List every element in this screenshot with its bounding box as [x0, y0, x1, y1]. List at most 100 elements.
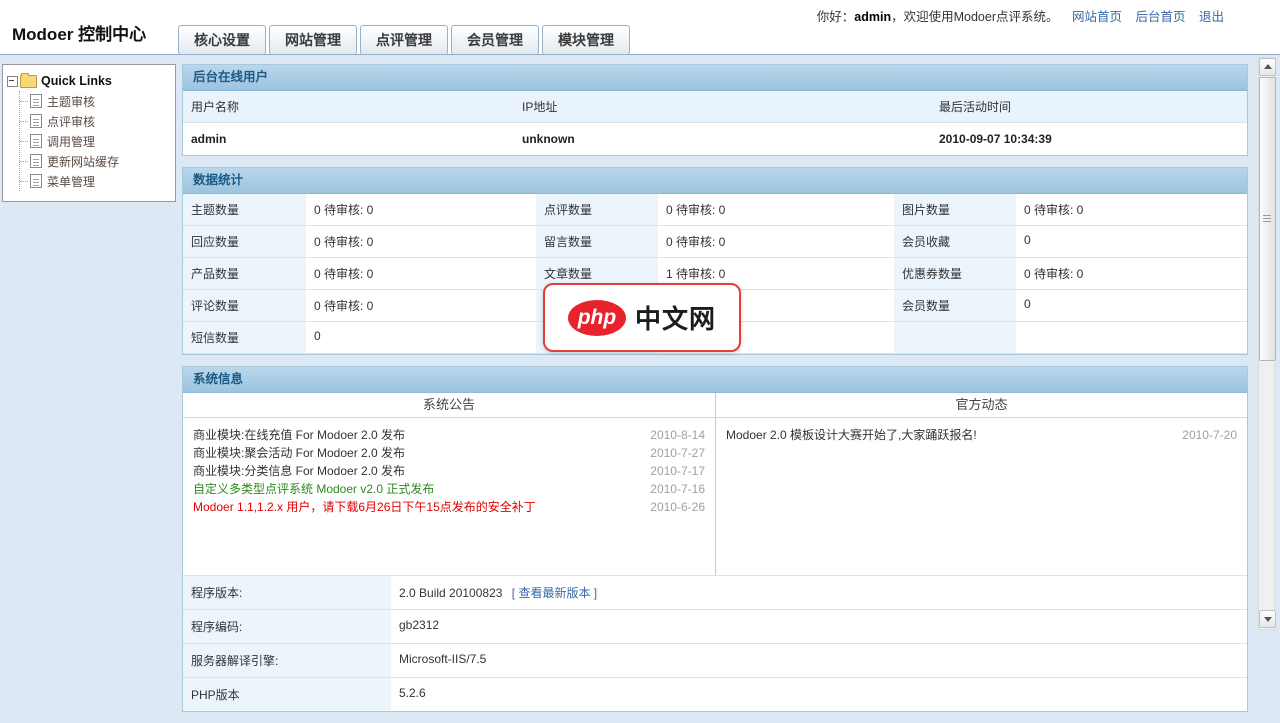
announcement-date: 2010-7-17: [650, 462, 705, 480]
stat-label: 评论数量: [183, 290, 306, 322]
stat-value: 0 待审核: 0: [1016, 194, 1247, 226]
sidebar-quick-links: Quick Links 主题审核 点评审核 调用管理 更新网站缓存 菜单管理: [2, 64, 176, 202]
cell-last-active: 2010-09-07 10:34:39: [931, 123, 1247, 155]
detail-label: 程序版本:: [183, 575, 391, 609]
scroll-down-button[interactable]: [1259, 610, 1276, 628]
top-header: Modoer 控制中心 你好：admin，欢迎使用Modoer点评系统。 网站首…: [0, 0, 1280, 55]
sidebar-item-label: 菜单管理: [47, 173, 95, 190]
greeting-username: admin: [854, 10, 891, 24]
document-icon: [30, 94, 42, 108]
news-text[interactable]: Modoer 2.0 模板设计大赛开始了,大家踊跃报名!: [726, 426, 1174, 444]
stat-value: 0 待审核: 0: [306, 258, 536, 290]
col-last-active: 最后活动时间: [931, 91, 1247, 123]
announcements-column: 系统公告 商业模块:在线充值 For Modoer 2.0 发布 2010-8-…: [183, 393, 716, 575]
stat-value: 0 待审核: 0: [306, 290, 536, 322]
statistics-title: 数据统计: [183, 168, 1247, 194]
quick-links-label: Quick Links: [41, 74, 112, 88]
online-users-table: 用户名称 IP地址 最后活动时间 admin unknown 2010-09-0…: [183, 91, 1247, 155]
section-online-users: 后台在线用户 用户名称 IP地址 最后活动时间 admin unknown 20…: [182, 64, 1248, 156]
link-logout[interactable]: 退出: [1199, 10, 1224, 24]
stat-value: 0 待审核: 0: [1016, 258, 1247, 290]
stat-value: 0 待审核: 0: [306, 194, 536, 226]
news-item: Modoer 2.0 模板设计大赛开始了,大家踊跃报名! 2010-7-20: [716, 426, 1247, 444]
detail-label: 服务器解译引擎:: [183, 643, 391, 677]
document-icon: [30, 174, 42, 188]
scrollbar-thumb[interactable]: [1259, 77, 1276, 361]
stat-label: 会员收藏: [894, 226, 1016, 258]
news-date: 2010-7-20: [1182, 426, 1237, 444]
scrollbar-grip-icon: [1263, 215, 1271, 223]
announcement-text[interactable]: Modoer 1.1,1.2.x 用户，请下载6月26日下午15点发布的安全补丁: [193, 498, 642, 516]
tab-review-management[interactable]: 点评管理: [360, 25, 448, 55]
stat-value: 0 待审核: 0: [306, 226, 536, 258]
php-logo-badge: php: [568, 300, 626, 336]
arrow-up-icon: [1264, 64, 1272, 69]
vertical-scrollbar[interactable]: [1258, 57, 1275, 630]
stat-value: 0: [1016, 226, 1247, 258]
announcement-date: 2010-8-14: [650, 426, 705, 444]
sidebar-item-topic-audit[interactable]: 主题审核: [20, 91, 171, 111]
sidebar-item-menu-management[interactable]: 菜单管理: [20, 171, 171, 191]
sidebar-item-label: 主题审核: [47, 93, 95, 110]
col-username: 用户名称: [183, 91, 514, 123]
stat-value: 0: [306, 322, 536, 354]
php-chinese-site-watermark: php 中文网: [543, 283, 741, 352]
stat-value: [1016, 322, 1247, 354]
announcement-item: 商业模块:分类信息 For Modoer 2.0 发布 2010-7-17: [183, 462, 715, 480]
stat-label: 点评数量: [536, 194, 658, 226]
program-version: 2.0 Build 20100823: [399, 586, 502, 600]
stat-label: 主题数量: [183, 194, 306, 226]
cell-ip: unknown: [514, 123, 931, 155]
announcement-text[interactable]: 商业模块:分类信息 For Modoer 2.0 发布: [193, 462, 642, 480]
stat-value: 0 待审核: 0: [658, 226, 894, 258]
detail-value: gb2312: [391, 609, 1247, 643]
stat-label: 优惠券数量: [894, 258, 1016, 290]
cell-username: admin: [183, 123, 514, 155]
section-system-info: 系统信息 系统公告 商业模块:在线充值 For Modoer 2.0 发布 20…: [182, 366, 1248, 712]
link-admin-home[interactable]: 后台首页: [1135, 10, 1185, 24]
arrow-down-icon: [1264, 617, 1272, 622]
stat-label: [894, 322, 1016, 354]
document-icon: [30, 114, 42, 128]
detail-value: Microsoft-IIS/7.5: [391, 643, 1247, 677]
sidebar-item-label: 更新网站缓存: [47, 153, 119, 170]
announcement-date: 2010-6-26: [650, 498, 705, 516]
news-columns: 系统公告 商业模块:在线充值 For Modoer 2.0 发布 2010-8-…: [183, 393, 1247, 575]
document-icon: [30, 154, 42, 168]
announcement-item: 商业模块:在线充值 For Modoer 2.0 发布 2010-8-14: [183, 426, 715, 444]
sidebar-item-label: 调用管理: [47, 133, 95, 150]
app-title: Modoer 控制中心: [12, 20, 146, 45]
announcement-item: 自定义多类型点评系统 Modoer v2.0 正式发布 2010-7-16: [183, 480, 715, 498]
system-details-table: 程序版本: 2.0 Build 20100823 [ 查看最新版本 ] 程序编码…: [183, 575, 1247, 711]
stat-label: 会员数量: [894, 290, 1016, 322]
stat-label: 短信数量: [183, 322, 306, 354]
detail-label: 程序编码:: [183, 609, 391, 643]
watermark-text: 中文网: [635, 299, 716, 336]
tab-core-settings[interactable]: 核心设置: [178, 25, 266, 55]
detail-value: 5.2.6: [391, 677, 1247, 711]
greeting-prefix: 你好：: [817, 10, 855, 24]
sidebar-item-update-cache[interactable]: 更新网站缓存: [20, 151, 171, 171]
tab-member-management[interactable]: 会员管理: [451, 25, 539, 55]
sidebar-item-review-audit[interactable]: 点评审核: [20, 111, 171, 131]
online-users-title: 后台在线用户: [183, 65, 1247, 91]
announcement-text[interactable]: 自定义多类型点评系统 Modoer v2.0 正式发布: [193, 480, 642, 498]
announcement-text[interactable]: 商业模块:在线充值 For Modoer 2.0 发布: [193, 426, 642, 444]
sidebar-item-call-management[interactable]: 调用管理: [20, 131, 171, 151]
collapse-icon[interactable]: [7, 76, 18, 87]
announcement-item: Modoer 1.1,1.2.x 用户，请下载6月26日下午15点发布的安全补丁…: [183, 498, 715, 516]
tab-module-management[interactable]: 模块管理: [542, 25, 630, 55]
scroll-up-button[interactable]: [1259, 58, 1276, 76]
tab-site-management[interactable]: 网站管理: [269, 25, 357, 55]
greeting-bar: 你好：admin，欢迎使用Modoer点评系统。 网站首页 后台首页 退出: [817, 6, 1224, 25]
system-info-title: 系统信息: [183, 367, 1247, 393]
check-latest-version-link[interactable]: [ 查看最新版本 ]: [512, 586, 597, 600]
sidebar-item-label: 点评审核: [47, 113, 95, 130]
detail-value: 2.0 Build 20100823 [ 查看最新版本 ]: [391, 575, 1247, 609]
announcement-item: 商业模块:聚会活动 For Modoer 2.0 发布 2010-7-27: [183, 444, 715, 462]
announcement-text[interactable]: 商业模块:聚会活动 For Modoer 2.0 发布: [193, 444, 642, 462]
official-news-title: 官方动态: [716, 393, 1247, 418]
official-news-list: Modoer 2.0 模板设计大赛开始了,大家踊跃报名! 2010-7-20: [716, 418, 1247, 575]
document-icon: [30, 134, 42, 148]
link-site-home[interactable]: 网站首页: [1072, 10, 1122, 24]
